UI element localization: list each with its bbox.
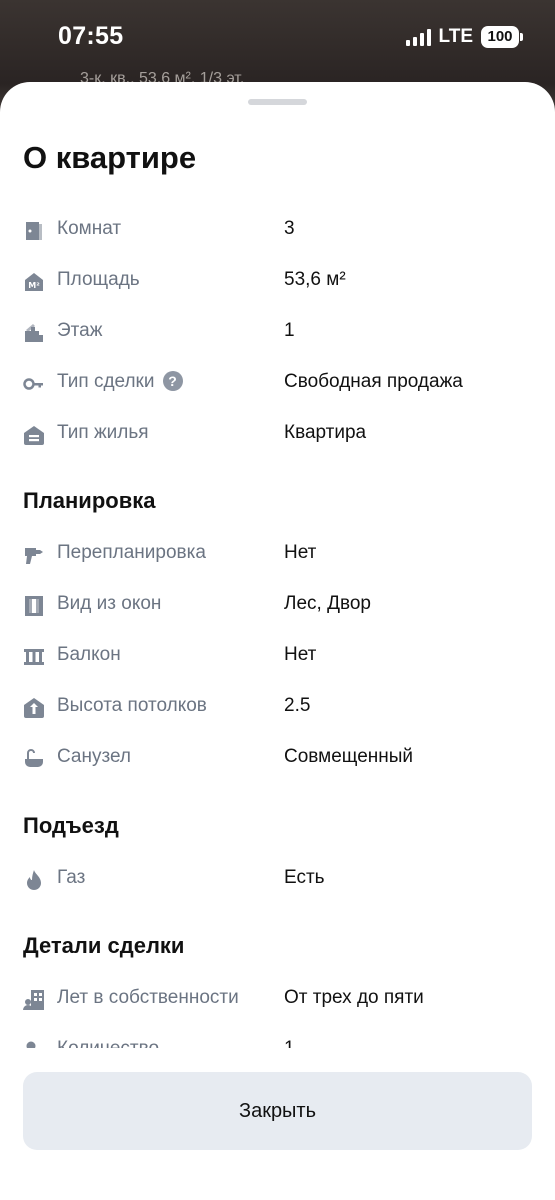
help-icon[interactable]: ?	[162, 371, 183, 391]
balcony-icon	[24, 649, 44, 665]
row-owners-count: Количество 1	[0, 1026, 555, 1048]
row-deal-type: Тип сделки? Свободная продажа	[0, 359, 555, 410]
row-value: 53,6 м²	[284, 269, 346, 290]
sheet-content[interactable]: О квартире Комнат 3 M² Площадь 53,6 м² Э…	[0, 82, 555, 1048]
row-bathroom: Санузел Совмещенный	[0, 734, 555, 785]
row-rooms: Комнат 3	[0, 206, 555, 257]
row-housing-type: Тип жилья Квартира	[0, 410, 555, 461]
status-bar: 07:55 LTE 100	[0, 0, 555, 76]
section-title-layout: Планировка	[23, 488, 156, 513]
row-label: Лет в собственности	[57, 987, 239, 1008]
row-gas: Газ Есть	[0, 855, 555, 906]
window-icon	[25, 596, 43, 616]
row-label: Санузел	[57, 746, 132, 767]
row-label: Этаж	[57, 320, 103, 341]
deal-type-label: Тип сделки	[57, 371, 155, 392]
row-value: Квартира	[284, 422, 367, 443]
network-label: LTE	[438, 26, 473, 47]
row-label: Площадь	[57, 269, 140, 290]
status-indicators: LTE 100	[405, 26, 523, 48]
section-title-entrance: Подъезд	[23, 813, 119, 838]
row-value: От трех до пяти	[284, 987, 424, 1008]
row-value: Лес, Двор	[284, 593, 371, 614]
signal-icon	[405, 28, 431, 46]
row-value: 1	[284, 320, 295, 341]
row-value: Нет	[284, 542, 317, 563]
row-label: Вид из окон	[57, 593, 162, 614]
stairs-icon	[25, 324, 43, 342]
owners-icon	[26, 1041, 36, 1048]
row-value: Есть	[284, 867, 325, 888]
row-label: Количество	[57, 1038, 159, 1048]
sheet-title: О квартире	[23, 140, 197, 175]
section-title-deal: Детали сделки	[23, 933, 185, 958]
bathtub-icon	[25, 749, 43, 767]
row-balcony: Балкон Нет	[0, 632, 555, 683]
row-label: Перепланировка	[57, 542, 206, 563]
row-value: Нет	[284, 644, 317, 665]
row-value: 3	[284, 218, 295, 239]
building-icon	[24, 426, 44, 445]
row-label: Тип жилья	[57, 422, 149, 443]
row-label: Балкон	[57, 644, 121, 665]
about-apartment-sheet: О квартире Комнат 3 M² Площадь 53,6 м² Э…	[0, 82, 555, 1200]
area-icon: M²	[25, 273, 43, 291]
row-redevelopment: Перепланировка Нет	[0, 530, 555, 581]
drill-icon	[25, 548, 43, 564]
row-value: Совмещенный	[284, 746, 414, 767]
status-time: 07:55	[58, 22, 124, 50]
battery-icon: 100	[481, 26, 523, 48]
row-label: Высота потолков	[57, 695, 207, 716]
row-value: 2.5	[284, 695, 311, 716]
row-ceiling-height: Высота потолков 2.5	[0, 683, 555, 734]
sheet-footer: Закрыть	[0, 1048, 555, 1200]
key-icon	[23, 378, 43, 390]
close-button[interactable]: Закрыть	[23, 1072, 532, 1150]
ceiling-height-icon	[24, 698, 44, 718]
flame-icon	[27, 870, 41, 890]
row-ownership-years: Лет в собственности От трех до пяти	[0, 975, 555, 1026]
row-window-view: Вид из окон Лес, Двор	[0, 581, 555, 632]
row-floor: Этаж 1	[0, 308, 555, 359]
row-area: M² Площадь 53,6 м²	[0, 257, 555, 308]
row-label: Газ	[57, 867, 86, 888]
door-icon	[26, 222, 42, 240]
row-label: Тип сделки?	[57, 371, 183, 393]
svg-text:M²: M²	[28, 281, 40, 290]
row-value: 1	[284, 1038, 295, 1048]
row-value: Свободная продажа	[284, 371, 463, 392]
row-label: Комнат	[57, 218, 122, 239]
sheet-grabber[interactable]	[248, 99, 307, 105]
ownership-icon	[23, 990, 44, 1010]
